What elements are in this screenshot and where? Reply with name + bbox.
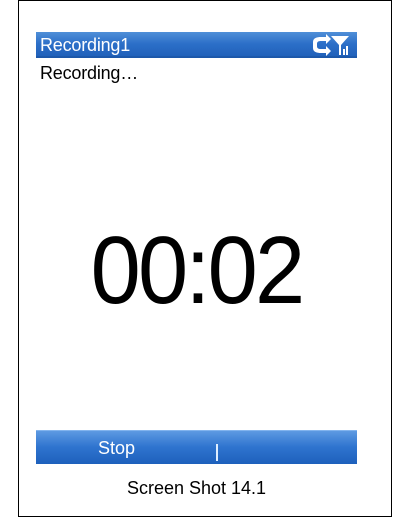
stop-button[interactable]: Stop xyxy=(36,431,197,464)
status-icons xyxy=(305,34,350,56)
phone-screen: Recording1 Recording… 00:02 Stop xyxy=(36,32,357,464)
softkey-bar: Stop xyxy=(36,430,357,464)
screenshot-caption: Screen Shot 14.1 xyxy=(126,478,267,498)
softkey-separator xyxy=(216,444,218,461)
window-title: Recording1 xyxy=(40,35,131,55)
title-bar: Recording1 xyxy=(36,32,357,58)
signal-icon xyxy=(331,36,349,55)
recording-status: Recording… xyxy=(40,63,139,83)
elapsed-timer: 00:02 xyxy=(90,217,306,324)
